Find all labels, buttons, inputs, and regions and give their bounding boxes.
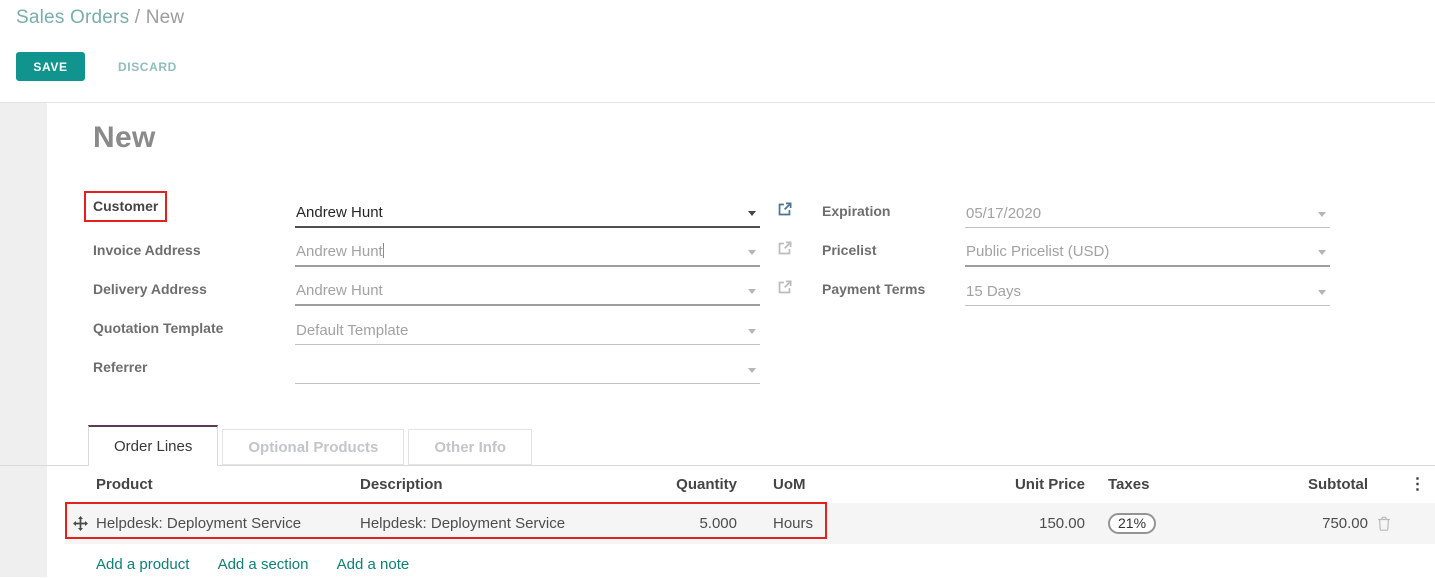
chevron-down-icon[interactable]	[1318, 250, 1326, 255]
breadcrumb-sales-orders-link[interactable]: Sales Orders	[16, 7, 129, 28]
form-row: Referrer	[93, 345, 1435, 384]
form-row: Invoice Address Andrew Hunt Pricelist Pu…	[93, 228, 1435, 267]
add-section-link[interactable]: Add a section	[218, 556, 309, 573]
invoice-address-value[interactable]: Andrew Hunt	[296, 243, 384, 260]
add-product-link[interactable]: Add a product	[96, 556, 189, 573]
content-area: New Customer Andrew Hunt Expiration	[0, 103, 1435, 577]
cell-product[interactable]: Helpdesk: Deployment Service	[96, 515, 360, 532]
customer-value[interactable]: Andrew Hunt	[296, 204, 383, 221]
table-row[interactable]: Helpdesk: Deployment Service Helpdesk: D…	[65, 503, 1435, 544]
chevron-down-icon[interactable]	[1318, 212, 1326, 217]
quotation-template-value[interactable]: Default Template	[296, 322, 408, 339]
pricelist-value[interactable]: Public Pricelist (USD)	[966, 243, 1109, 260]
page-title: New	[93, 119, 1435, 157]
delivery-external-cell	[760, 280, 822, 306]
form-row: Quotation Template Default Template	[93, 306, 1435, 345]
cell-taxes[interactable]: 21%	[1085, 513, 1285, 534]
breadcrumb-current: New	[146, 7, 185, 28]
cell-unit-price[interactable]: 150.00	[860, 515, 1085, 532]
order-lines-table: Product Description Quantity UoM Unit Pr…	[65, 466, 1435, 573]
drag-handle-icon[interactable]	[65, 513, 96, 535]
cell-uom[interactable]: Hours	[737, 515, 860, 532]
order-form: Customer Andrew Hunt Expiration 05/17/20…	[93, 189, 1435, 384]
expiration-value[interactable]: 05/17/2020	[966, 205, 1041, 222]
form-row: Delivery Address Andrew Hunt Payment Ter…	[93, 267, 1435, 306]
save-button[interactable]: SAVE	[16, 52, 85, 81]
expiration-label: Expiration	[822, 203, 965, 228]
delete-row-icon[interactable]	[1368, 513, 1400, 535]
customer-highlight-box: Customer	[84, 191, 167, 222]
sales-order-sheet: New Customer Andrew Hunt Expiration	[47, 103, 1435, 577]
invoice-address-label: Invoice Address	[93, 242, 295, 267]
external-link-icon[interactable]	[777, 241, 792, 261]
chevron-down-icon[interactable]	[748, 289, 756, 294]
control-panel: Sales Orders / New SAVE DISCARD	[0, 0, 1435, 103]
chevron-down-icon[interactable]	[748, 211, 756, 216]
delivery-address-value[interactable]: Andrew Hunt	[296, 282, 383, 299]
expiration-field[interactable]: 05/17/2020	[965, 198, 1330, 228]
chevron-down-icon[interactable]	[748, 329, 756, 334]
breadcrumb-separator: /	[135, 7, 140, 28]
referrer-label: Referrer	[93, 359, 295, 384]
payment-terms-label: Payment Terms	[822, 281, 965, 306]
breadcrumb: Sales Orders / New	[16, 7, 184, 29]
form-row: Customer Andrew Hunt Expiration 05/17/20…	[93, 189, 1435, 228]
column-header-uom: UoM	[737, 476, 860, 493]
discard-button[interactable]: DISCARD	[118, 60, 177, 74]
add-note-link[interactable]: Add a note	[337, 556, 410, 573]
quotation-template-field[interactable]: Default Template	[295, 315, 760, 345]
text-cursor	[383, 243, 384, 258]
tab-order-lines[interactable]: Order Lines	[88, 425, 218, 466]
optional-columns-icon[interactable]: ⋮	[1400, 477, 1435, 493]
cell-subtotal: 750.00	[1285, 515, 1368, 532]
external-link-icon[interactable]	[777, 280, 792, 300]
column-header-description: Description	[360, 476, 624, 493]
external-link-icon[interactable]	[777, 202, 792, 222]
chevron-down-icon[interactable]	[1318, 290, 1326, 295]
delivery-address-field[interactable]: Andrew Hunt	[295, 276, 760, 306]
notebook-tabs: Order Lines Optional Products Other Info	[47, 424, 1435, 466]
referrer-field[interactable]	[295, 354, 760, 384]
column-header-unit-price: Unit Price	[860, 476, 1085, 493]
table-header-row: Product Description Quantity UoM Unit Pr…	[65, 466, 1435, 503]
control-panel-buttons: SAVE DISCARD	[16, 52, 177, 81]
cell-description[interactable]: Helpdesk: Deployment Service	[360, 515, 624, 532]
tax-badge[interactable]: 21%	[1108, 513, 1156, 534]
column-header-product: Product	[96, 476, 360, 493]
customer-external-cell	[760, 202, 822, 228]
payment-terms-value[interactable]: 15 Days	[966, 283, 1021, 300]
quotation-template-label: Quotation Template	[93, 320, 295, 345]
customer-field[interactable]: Andrew Hunt	[295, 198, 760, 228]
column-header-taxes: Taxes	[1085, 476, 1285, 493]
cell-quantity[interactable]: 5.000	[624, 515, 737, 532]
chevron-down-icon[interactable]	[748, 368, 756, 373]
chevron-down-icon[interactable]	[748, 250, 756, 255]
invoice-external-cell	[760, 241, 822, 267]
tab-optional-products[interactable]: Optional Products	[222, 429, 404, 465]
tab-other-info[interactable]: Other Info	[408, 429, 532, 465]
list-links: Add a product Add a section Add a note	[65, 544, 1435, 573]
pricelist-label: Pricelist	[822, 242, 965, 267]
customer-label: Customer	[93, 191, 295, 228]
invoice-address-field[interactable]: Andrew Hunt	[295, 237, 760, 267]
left-gutter	[0, 103, 47, 577]
column-header-quantity: Quantity	[624, 476, 737, 493]
delivery-address-label: Delivery Address	[93, 281, 295, 306]
payment-terms-field[interactable]: 15 Days	[965, 276, 1330, 306]
column-header-subtotal: Subtotal	[1285, 476, 1368, 493]
pricelist-field[interactable]: Public Pricelist (USD)	[965, 237, 1330, 267]
